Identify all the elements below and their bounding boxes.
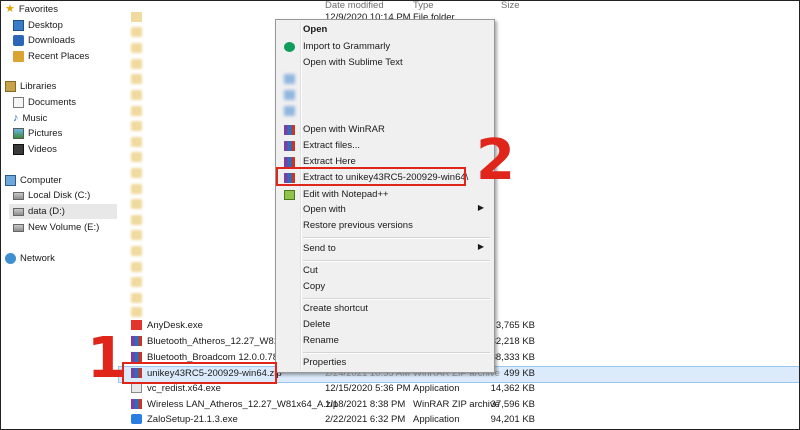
menu-item-blurred[interactable]	[278, 87, 492, 103]
app-icon	[284, 74, 295, 84]
folder-icon	[131, 199, 142, 209]
menu-extract-files[interactable]: Extract files...	[278, 138, 492, 154]
submenu-arrow-icon: ▶	[477, 242, 484, 251]
nav-documents[interactable]: Documents	[13, 95, 76, 110]
folder-icon	[131, 230, 142, 240]
file-row-vc-redist[interactable]: vc_redist.x64.exe 12/15/2020 5:36 PM App…	[119, 382, 799, 397]
file-row-wireless-lan[interactable]: Wireless LAN_Atheros_12.27_W81x64_A.zip …	[119, 398, 799, 413]
downloads-icon	[13, 35, 24, 46]
menu-open[interactable]: Open	[278, 22, 492, 38]
menu-separator	[303, 298, 490, 300]
menu-open-winrar[interactable]: Open with WinRAR	[278, 122, 492, 138]
grammarly-icon	[284, 42, 295, 52]
anydesk-icon	[131, 320, 142, 330]
folder-icon	[131, 106, 142, 116]
nav-computer[interactable]: Computer	[5, 173, 62, 188]
nav-pictures[interactable]: Pictures	[13, 126, 62, 141]
notepadpp-icon	[284, 190, 295, 200]
menu-send-to[interactable]: Send to ▶	[278, 241, 492, 257]
file-row-zalo-setup[interactable]: ZaloSetup-21.1.3.exe 2/22/2021 6:32 PM A…	[119, 413, 799, 428]
star-icon: ★	[5, 3, 15, 15]
libraries-icon	[5, 81, 16, 92]
app-icon	[284, 90, 295, 100]
highlight-unikey-file	[122, 362, 277, 384]
application-icon	[131, 383, 142, 393]
folder-icon	[131, 307, 142, 317]
app-icon	[284, 106, 295, 116]
menu-create-shortcut[interactable]: Create shortcut	[278, 301, 492, 317]
folder-icon	[131, 262, 142, 272]
nav-new-volume[interactable]: New Volume (E:)	[13, 220, 99, 235]
folder-icon	[131, 184, 142, 194]
explorer-window: ★ Favorites Desktop Downloads Recent Pla…	[0, 0, 800, 430]
menu-rename[interactable]: Rename	[278, 333, 492, 349]
column-date-modified[interactable]: Date modified	[325, 1, 384, 11]
nav-desktop[interactable]: Desktop	[13, 18, 63, 33]
folder-icon	[131, 152, 142, 162]
videos-icon	[13, 144, 24, 155]
nav-local-disk[interactable]: Local Disk (C:)	[13, 188, 90, 203]
nav-recent-places[interactable]: Recent Places	[13, 49, 89, 64]
winrar-icon	[131, 352, 142, 362]
documents-icon	[13, 97, 24, 108]
nav-music[interactable]: ♪ Music	[13, 111, 47, 126]
drive-icon	[13, 191, 24, 200]
folder-icon	[131, 121, 142, 131]
winrar-icon	[131, 399, 142, 409]
menu-separator	[303, 237, 490, 239]
computer-icon	[5, 175, 16, 186]
music-icon: ♪	[13, 112, 19, 124]
recent-places-icon	[13, 51, 24, 62]
menu-delete[interactable]: Delete	[278, 317, 492, 333]
menu-open-with[interactable]: Open with ▶	[278, 202, 492, 218]
nav-libraries[interactable]: Libraries	[5, 79, 56, 94]
submenu-arrow-icon: ▶	[477, 203, 484, 212]
winrar-icon	[284, 141, 295, 151]
folder-icon	[131, 90, 142, 100]
nav-data-drive[interactable]: data (D:)	[9, 204, 117, 219]
column-type[interactable]: Type	[413, 1, 434, 11]
folder-icon	[131, 43, 142, 53]
nav-downloads[interactable]: Downloads	[13, 33, 75, 48]
drive-icon	[13, 207, 24, 216]
folder-icon	[131, 137, 142, 147]
folder-icon	[131, 12, 142, 22]
menu-restore-versions[interactable]: Restore previous versions	[278, 218, 492, 234]
folder-icon	[131, 293, 142, 303]
folder-icon	[131, 277, 142, 287]
menu-properties[interactable]: Properties	[278, 355, 492, 371]
nav-favorites[interactable]: ★ Favorites	[5, 2, 58, 17]
column-size[interactable]: Size	[501, 1, 519, 11]
menu-copy[interactable]: Copy	[278, 279, 492, 295]
desktop-icon	[13, 20, 24, 31]
winrar-icon	[284, 125, 295, 135]
winrar-icon	[131, 336, 142, 346]
winrar-icon	[284, 157, 295, 167]
pictures-icon	[13, 128, 24, 139]
menu-import-grammarly[interactable]: Import to Grammarly	[278, 39, 492, 55]
zalo-icon	[131, 414, 142, 424]
step-1-label: 1	[87, 326, 126, 391]
folder-icon	[131, 215, 142, 225]
menu-separator	[303, 260, 490, 262]
folder-icon	[131, 27, 142, 37]
highlight-extract-to	[276, 167, 466, 186]
nav-videos[interactable]: Videos	[13, 142, 57, 157]
network-icon	[5, 253, 16, 264]
folder-icon	[131, 59, 142, 69]
menu-item-blurred[interactable]	[278, 103, 492, 119]
drive-icon	[13, 223, 24, 232]
menu-separator	[303, 352, 490, 354]
folder-icon	[131, 168, 142, 178]
menu-open-sublime[interactable]: Open with Sublime Text	[278, 55, 492, 71]
folder-icon	[131, 246, 142, 256]
folder-icon	[131, 74, 142, 84]
menu-edit-notepadpp[interactable]: Edit with Notepad++	[278, 187, 492, 203]
step-2-label: 2	[476, 128, 515, 193]
nav-network[interactable]: Network	[5, 251, 55, 266]
menu-cut[interactable]: Cut	[278, 263, 492, 279]
context-menu: Open Import to Grammarly Open with Subli…	[275, 19, 495, 373]
menu-item-blurred[interactable]	[278, 71, 492, 87]
